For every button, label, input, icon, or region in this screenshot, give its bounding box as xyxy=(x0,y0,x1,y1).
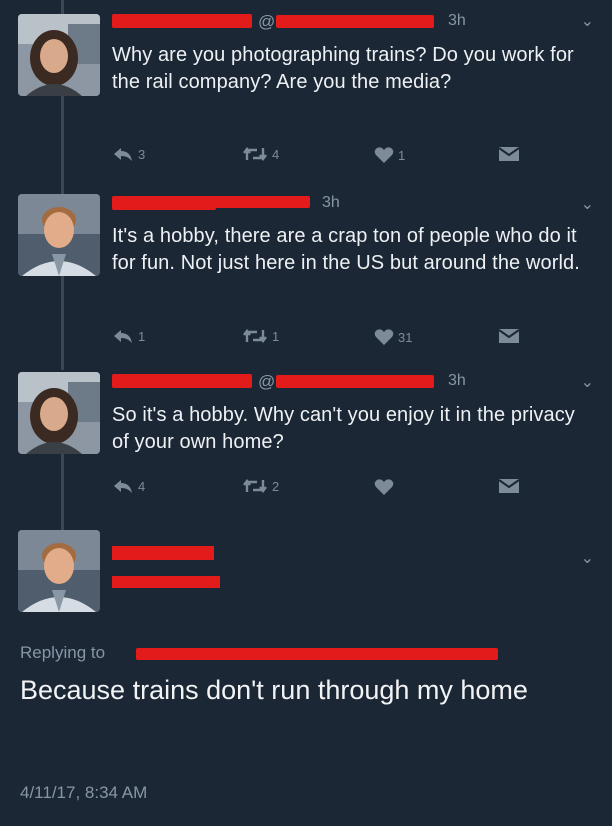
retweet-icon xyxy=(243,329,267,343)
like-button[interactable]: 31 xyxy=(374,328,412,346)
reply-count: 1 xyxy=(138,328,146,344)
tweet[interactable]: @ 3h ⌄ So it's a hobby. Why can't you en… xyxy=(0,370,612,530)
redacted-name xyxy=(112,196,216,210)
dm-button[interactable] xyxy=(498,478,520,494)
reply-icon xyxy=(114,480,132,493)
dm-button[interactable] xyxy=(498,146,520,162)
redacted-handle xyxy=(276,15,434,28)
retweet-icon xyxy=(243,147,267,161)
tweet-time: 3h xyxy=(448,12,466,29)
retweet-count: 2 xyxy=(272,478,280,494)
tweet-time: 3h xyxy=(322,194,340,211)
tweet-text: It's a hobby, there are a crap ton of pe… xyxy=(112,225,580,274)
like-button[interactable] xyxy=(374,478,394,496)
focus-tweet-text: Because trains don't run through my home xyxy=(20,675,528,705)
retweet-button[interactable]: 2 xyxy=(242,478,279,494)
tweet-actions: 4 2 xyxy=(112,478,522,500)
chevron-down-icon[interactable]: ⌄ xyxy=(581,548,594,568)
tweet-text: Why are you photographing trains? Do you… xyxy=(112,44,574,93)
redacted-handle xyxy=(112,576,220,588)
tweet-timestamp: 4/11/17, 8:34 AM xyxy=(20,783,148,802)
retweet-button[interactable]: 4 xyxy=(242,146,279,162)
handle-prefix: @ xyxy=(258,12,276,31)
redacted-name xyxy=(112,14,252,28)
reply-count: 4 xyxy=(138,478,146,494)
retweet-count: 4 xyxy=(272,146,280,162)
heart-icon xyxy=(374,479,394,495)
redacted-reply-handles xyxy=(136,648,498,660)
reply-button[interactable]: 1 xyxy=(112,328,145,344)
retweet-count: 1 xyxy=(272,328,280,344)
tweet-text: So it's a hobby. Why can't you enjoy it … xyxy=(112,404,575,453)
reply-button[interactable]: 4 xyxy=(112,478,145,494)
avatar[interactable] xyxy=(18,530,100,612)
chevron-down-icon[interactable]: ⌄ xyxy=(581,11,594,31)
tweet[interactable]: 3h ⌄ It's a hobby, there are a crap ton … xyxy=(0,190,612,370)
redacted-name xyxy=(112,374,252,388)
reply-icon xyxy=(114,148,132,161)
like-button[interactable]: 1 xyxy=(374,146,405,164)
retweet-icon xyxy=(243,479,267,493)
chevron-down-icon[interactable]: ⌄ xyxy=(581,194,594,214)
tweet-actions: 3 4 1 xyxy=(112,146,522,168)
redacted-handle xyxy=(276,375,434,388)
like-count: 31 xyxy=(398,329,413,345)
envelope-icon xyxy=(498,329,520,343)
avatar[interactable] xyxy=(18,14,100,96)
heart-icon xyxy=(374,329,394,345)
reply-icon xyxy=(114,330,132,343)
heart-icon xyxy=(374,147,394,163)
reply-button[interactable]: 3 xyxy=(112,146,145,162)
avatar[interactable] xyxy=(18,372,100,454)
envelope-icon xyxy=(498,147,520,161)
redacted-handle xyxy=(212,196,310,208)
tweet-actions: 1 1 31 xyxy=(112,328,522,350)
redacted-name xyxy=(112,546,214,560)
avatar[interactable] xyxy=(18,194,100,276)
like-count: 1 xyxy=(398,147,406,163)
replying-to-label: Replying to xyxy=(20,643,106,662)
tweet-time: 3h xyxy=(448,372,466,389)
chevron-down-icon[interactable]: ⌄ xyxy=(581,372,594,392)
retweet-button[interactable]: 1 xyxy=(242,328,279,344)
tweet[interactable]: @ 3h ⌄ Why are you photographing trains?… xyxy=(0,0,612,190)
envelope-icon xyxy=(498,479,520,493)
handle-prefix: @ xyxy=(258,372,276,391)
reply-count: 3 xyxy=(138,146,146,162)
dm-button[interactable] xyxy=(498,328,520,344)
